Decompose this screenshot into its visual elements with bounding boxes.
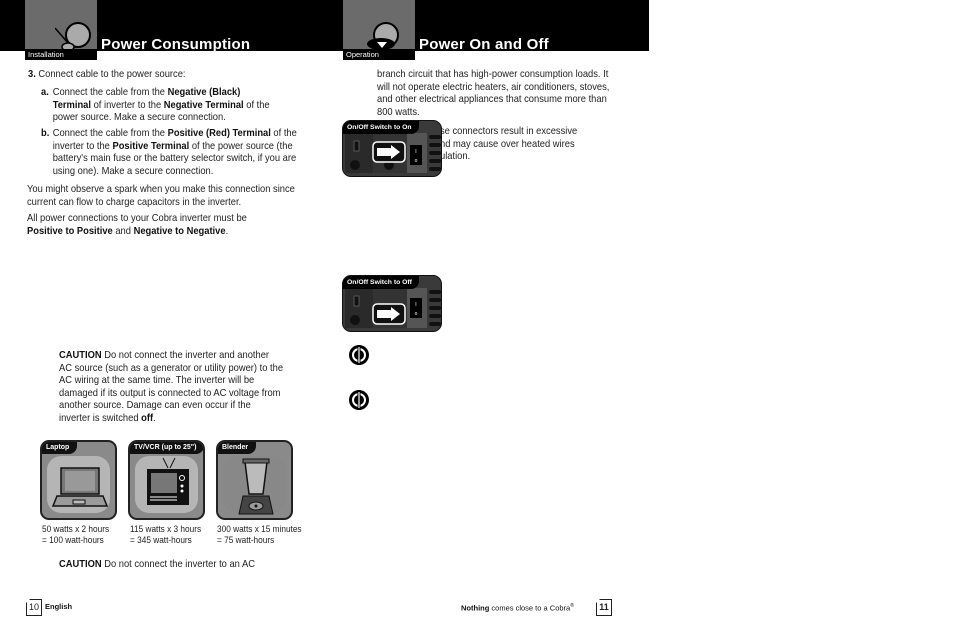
panel-caption: On/Off Switch to Off <box>343 276 419 289</box>
caution-text: Do not connect the inverter and another … <box>59 350 284 424</box>
footer-language: English <box>45 602 73 611</box>
appliance-label: TV/VCR (up to 25") <box>130 442 203 454</box>
bold-term: off <box>141 412 154 424</box>
tv-calculation: 115 watts x 3 hours = 345 watt-hours <box>130 524 201 546</box>
registered-mark: ® <box>570 603 574 609</box>
power-symbol-icon <box>349 345 369 365</box>
calc-result: = 100 watt-hours <box>42 535 104 545</box>
operation-icon <box>367 22 399 50</box>
calc-line: 50 watts x 2 hours <box>42 524 110 534</box>
bold-term: Negative Terminal <box>163 99 244 111</box>
substep-letter: b. <box>41 128 50 139</box>
text-line: se connectors result in excessive <box>440 126 578 137</box>
page-number-left: 10 <box>26 599 42 616</box>
svg-text:I: I <box>415 302 416 308</box>
header-bar <box>0 0 649 51</box>
step-text: Connect cable to the power source: <box>38 69 186 80</box>
connections-paragraph: All power connections to your Cobra inve… <box>27 213 281 238</box>
calc-result: = 75 watt-hours <box>217 535 275 545</box>
step-3: 3. Connect cable to the power source: <box>28 69 298 82</box>
page-number-right: 11 <box>596 599 612 616</box>
calc-line: 115 watts x 3 hours <box>130 524 202 534</box>
text-span: Connect the cable from the <box>52 87 168 98</box>
appliance-label: Blender <box>218 442 257 454</box>
appliance-card-laptop: Laptop <box>40 440 117 520</box>
connectors-paragraph: se connectors result in excessive nd may… <box>440 126 620 164</box>
tab-label: Installation <box>25 49 97 60</box>
section-tab-installation: Installation <box>25 0 97 60</box>
tab-label: Operation <box>343 49 415 60</box>
substep-text: Connect the cable from the Positive (Red… <box>53 128 301 178</box>
step-number: 3. <box>28 69 36 80</box>
calc-result: = 345 watt-hours <box>130 535 192 545</box>
text-span: and <box>112 225 134 237</box>
substep-letter: a. <box>41 87 49 98</box>
switch-on-illustration: I o On/Off Switch to On <box>342 120 442 177</box>
bold-term: Positive Terminal <box>112 140 190 152</box>
bold-term: Positive (Red) Terminal <box>167 128 271 139</box>
text-span: Connect the cable from the <box>52 128 168 139</box>
caution-label: CAUTION <box>59 350 102 361</box>
text-line: nd may cause over heated wires <box>440 138 575 150</box>
text-span: All power connections to your Cobra inve… <box>27 213 247 224</box>
caution-ac-branch: CAUTION Do not connect the inverter to a… <box>59 559 293 572</box>
step-3b: b. Connect the cable from the Positive (… <box>41 128 311 178</box>
blender-illustration <box>223 456 286 515</box>
appliance-card-tv-vcr: TV/VCR (up to 25") <box>128 440 205 520</box>
tools-icon <box>55 22 91 52</box>
arrow-right-icon <box>372 303 406 325</box>
bold-term: Positive to Positive <box>27 225 113 237</box>
appliance-label: Laptop <box>42 442 78 454</box>
page-title-left: Power Consumption <box>101 36 251 53</box>
panel-caption: On/Off Switch to On <box>343 121 419 134</box>
caution-label: CAUTION <box>59 559 102 570</box>
branch-circuit-paragraph: branch circuit that has high-power consu… <box>377 69 610 118</box>
caution-ac-source: CAUTION Do not connect the inverter and … <box>59 350 284 426</box>
laptop-calculation: 50 watts x 2 hours = 100 watt-hours <box>42 524 109 546</box>
text-line: ulation. <box>440 151 471 163</box>
caution-text: Do not connect the inverter to an AC <box>101 559 255 570</box>
switch-off-illustration: I o On/Off Switch to Off <box>342 275 442 332</box>
svg-text:o: o <box>415 158 418 164</box>
substep-text: Connect the cable from the Negative (Bla… <box>53 87 278 125</box>
laptop-illustration <box>47 456 110 513</box>
step-3a: a. Connect the cable from the Negative (… <box>41 87 284 125</box>
section-tab-operation: Operation <box>343 0 415 60</box>
svg-text:o: o <box>415 311 418 317</box>
bold-term: Negative to Negative <box>133 225 226 237</box>
svg-text:I: I <box>415 149 416 155</box>
tagline-bold: Nothing <box>461 603 490 613</box>
calc-line: 300 watts x 15 minutes <box>217 524 302 534</box>
text-span: . <box>153 412 156 424</box>
page-title-right: Power On and Off <box>419 36 549 53</box>
appliance-card-blender: Blender <box>216 440 293 520</box>
tagline-text: comes close to a Cobra <box>489 603 571 613</box>
blender-calculation: 300 watts x 15 minutes = 75 watt-hours <box>217 524 302 546</box>
text-span: . <box>225 225 229 237</box>
tv-illustration <box>135 456 198 513</box>
footer-tagline: Nothing comes close to a Cobra® <box>461 603 574 613</box>
text-span: of inverter to the <box>90 99 164 111</box>
power-symbol-icon <box>349 390 369 410</box>
spark-paragraph: You might observe a spark when you make … <box>27 184 295 208</box>
arrow-right-icon <box>372 141 406 163</box>
